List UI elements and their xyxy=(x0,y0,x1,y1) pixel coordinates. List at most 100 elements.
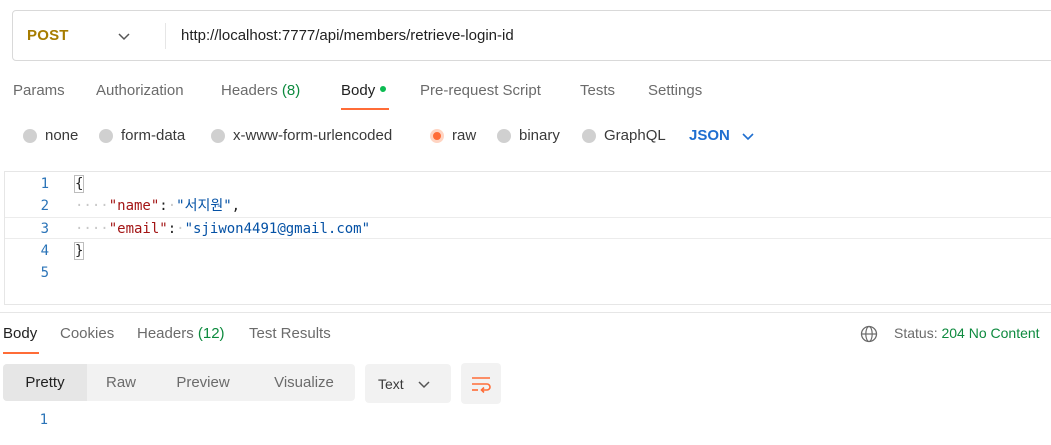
body-editor[interactable]: 1 { 2 ····"name":·"서지원", 3 ····"email":·… xyxy=(4,171,1051,305)
editor-line: 5 xyxy=(5,262,1051,284)
view-mode-group: Pretty Raw Preview Visualize xyxy=(3,364,355,401)
tab-label: Body xyxy=(3,325,38,342)
view-preview-button[interactable]: Preview xyxy=(155,364,251,401)
response-tab-body[interactable]: Body xyxy=(3,325,37,342)
tab-headers[interactable]: Headers (8) xyxy=(221,82,300,99)
code-line: { xyxy=(73,173,85,195)
response-tabs: Body Cookies Headers (12) Test Results S… xyxy=(0,314,1051,354)
json-key: "email" xyxy=(108,221,168,237)
tab-label: Params xyxy=(13,82,65,99)
json-colon: : xyxy=(167,221,177,237)
code-line: } xyxy=(73,240,85,262)
tab-label: Test Results xyxy=(249,325,331,342)
chevron-down-icon xyxy=(418,380,430,388)
tab-count: (12) xyxy=(197,325,225,342)
body-type-options: none form-data x-www-form-urlencoded raw… xyxy=(0,122,1051,152)
radio-circle-icon xyxy=(99,128,113,143)
wrap-lines-icon xyxy=(472,376,491,393)
code-line: ····"email":·"sjiwon4491@gmail.com" xyxy=(75,218,370,240)
url-divider xyxy=(165,23,166,49)
radio-label: binary xyxy=(519,127,560,144)
tab-authorization[interactable]: Authorization xyxy=(96,82,184,99)
view-raw-button[interactable]: Raw xyxy=(87,364,155,401)
line-number: 1 xyxy=(39,412,48,428)
radio-circle-icon xyxy=(211,128,225,143)
view-visualize-button[interactable]: Visualize xyxy=(255,364,353,401)
tab-label: Pre-request Script xyxy=(420,82,541,99)
line-number: 3 xyxy=(40,221,49,237)
url-bar: POST http://localhost:7777/api/members/r… xyxy=(12,10,1051,61)
json-key: "name" xyxy=(108,198,160,214)
radio-graphql[interactable]: GraphQL xyxy=(582,127,666,144)
tab-label: Headers xyxy=(137,325,194,342)
body-format-select[interactable]: JSON xyxy=(689,127,754,144)
radio-label: raw xyxy=(452,127,477,144)
tab-params[interactable]: Params xyxy=(13,82,65,99)
wrap-lines-button[interactable] xyxy=(461,363,501,404)
tab-count: (8) xyxy=(281,82,301,99)
radio-x-www-form-urlencoded[interactable]: x-www-form-urlencoded xyxy=(211,127,392,144)
modified-dot-icon xyxy=(380,86,387,93)
line-number: 4 xyxy=(40,243,49,259)
tab-label: Cookies xyxy=(60,325,115,342)
json-comma: , xyxy=(231,198,241,214)
close-brace: } xyxy=(73,242,85,260)
whitespace-marker: · xyxy=(176,221,185,237)
radio-none[interactable]: none xyxy=(23,127,78,144)
tab-label: Headers xyxy=(221,82,278,99)
line-number: 1 xyxy=(40,176,49,192)
radio-circle-icon xyxy=(23,128,37,143)
active-tab-indicator xyxy=(341,108,389,110)
request-tabs: Params Authorization Headers (8) Body Pr… xyxy=(0,72,1051,112)
response-tab-headers[interactable]: Headers (12) xyxy=(137,325,225,342)
whitespace-marker: ···· xyxy=(75,198,109,214)
editor-line-active: 3 ····"email":·"sjiwon4491@gmail.com" xyxy=(5,217,1051,239)
code-line: ····"name":·"서지원", xyxy=(75,195,240,217)
radio-form-data[interactable]: form-data xyxy=(99,127,185,144)
radio-raw[interactable]: raw xyxy=(430,127,476,144)
tab-pre-request-script[interactable]: Pre-request Script xyxy=(420,82,541,99)
status-value: 204 No Content xyxy=(941,325,1040,341)
editor-line: 1 { xyxy=(5,173,1051,195)
response-format-label: Text xyxy=(378,375,404,392)
tab-settings[interactable]: Settings xyxy=(648,82,702,99)
response-status[interactable]: Status: 204 No Content xyxy=(894,325,1040,341)
radio-selected-icon xyxy=(430,128,444,143)
view-pretty-button[interactable]: Pretty xyxy=(3,364,87,401)
radio-label: x-www-form-urlencoded xyxy=(233,127,393,144)
open-brace: { xyxy=(73,175,85,193)
response-format-select[interactable]: Text xyxy=(365,364,451,403)
json-value: "sjiwon4491@gmail.com" xyxy=(184,221,371,237)
whitespace-marker: · xyxy=(167,198,177,214)
tab-label: Authorization xyxy=(96,82,184,99)
section-divider xyxy=(0,312,1051,313)
url-input[interactable]: http://localhost:7777/api/members/retrie… xyxy=(181,11,514,60)
chevron-down-icon xyxy=(118,33,130,41)
json-value: "서지원" xyxy=(176,198,232,214)
radio-label: GraphQL xyxy=(604,127,666,144)
globe-icon[interactable] xyxy=(860,325,878,343)
tab-label: Settings xyxy=(648,82,703,99)
method-select[interactable]: POST xyxy=(13,11,153,60)
tab-body[interactable]: Body xyxy=(341,82,387,99)
tab-label: Tests xyxy=(580,82,616,99)
radio-circle-icon xyxy=(497,128,511,143)
chevron-down-icon xyxy=(742,132,754,140)
tab-tests[interactable]: Tests xyxy=(580,82,615,99)
editor-line: 4 } xyxy=(5,240,1051,262)
whitespace-marker: ···· xyxy=(75,221,109,237)
response-tab-test-results[interactable]: Test Results xyxy=(249,325,331,342)
json-colon: : xyxy=(159,198,168,214)
line-number: 5 xyxy=(40,265,49,281)
active-tab-indicator xyxy=(3,352,39,354)
radio-label: none xyxy=(45,127,79,144)
line-number: 2 xyxy=(40,198,49,214)
status-label: Status: xyxy=(894,325,938,341)
radio-binary[interactable]: binary xyxy=(497,127,560,144)
radio-label: form-data xyxy=(121,127,186,144)
method-label: POST xyxy=(27,27,69,44)
radio-circle-icon xyxy=(582,128,596,143)
body-format-label: JSON xyxy=(689,127,730,144)
tab-label: Body xyxy=(341,82,376,99)
response-tab-cookies[interactable]: Cookies xyxy=(60,325,114,342)
